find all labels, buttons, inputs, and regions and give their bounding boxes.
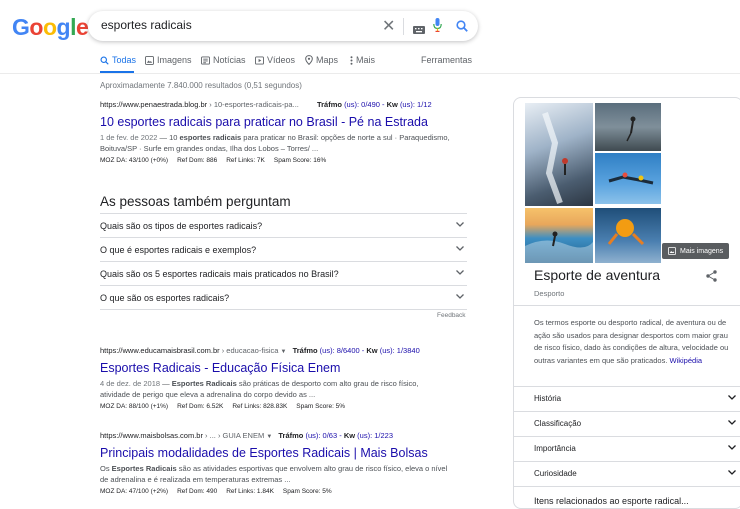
seo-stats: MOZ DA: 88/100 (+1%) Ref Dom: 6.52K Ref Li… bbox=[100, 403, 346, 410]
kp-divider bbox=[514, 486, 740, 487]
wikipedia-link[interactable]: Wikipédia bbox=[670, 356, 703, 365]
paa-question[interactable]: O que é esportes radicais e exemplos? bbox=[100, 237, 467, 262]
rock-climbing-image[interactable] bbox=[595, 103, 661, 151]
map-pin-icon bbox=[305, 55, 313, 65]
menu-arrow-icon[interactable]: ▼ bbox=[281, 349, 287, 355]
keyboard-icon[interactable] bbox=[413, 21, 425, 39]
search-result: https://www.maisbolsas.com.br › ... › GU… bbox=[100, 431, 450, 495]
result-title-link[interactable]: Principais modalidades de Esportes Radic… bbox=[100, 446, 450, 460]
result-snippet: 1 de fev. de 2022 — 10 esportes radicais… bbox=[100, 133, 450, 153]
mic-icon[interactable] bbox=[433, 18, 442, 37]
video-icon bbox=[255, 55, 264, 65]
tab-imagens[interactable]: Imagens bbox=[145, 55, 192, 65]
traffic-metric: Tráfmo (us): 8/6400 - Kw (us): 1/3840 bbox=[292, 346, 420, 355]
skydiving-image[interactable] bbox=[595, 153, 661, 204]
paa-question[interactable]: Quais são os 5 esportes radicais mais pr… bbox=[100, 261, 467, 286]
result-snippet: Os Esportes Radicais são as atividades e… bbox=[100, 464, 448, 484]
google-logo[interactable]: Google bbox=[12, 14, 89, 41]
result-snippet: 4 de dez. de 2018 — Esportes Radicais sã… bbox=[100, 379, 419, 399]
search-icon bbox=[100, 55, 109, 65]
header-divider bbox=[0, 73, 740, 74]
chevron-down-icon bbox=[456, 246, 464, 251]
traffic-metric: Tráfmo (us): 0/490 - Kw (us): 1/12 bbox=[316, 100, 432, 109]
paa-divider bbox=[100, 309, 467, 310]
paa-question[interactable]: O que são os esportes radicais? bbox=[100, 285, 467, 310]
more-vert-icon bbox=[350, 55, 353, 65]
traffic-metric: Tráfmo (us): 0/63 - Kw (us): 1/223 bbox=[278, 431, 394, 440]
result-url[interactable]: https://www.educamaisbrasil.com.br › edu… bbox=[100, 346, 450, 355]
paa-heading: As pessoas também perguntam bbox=[100, 194, 291, 209]
news-icon bbox=[201, 55, 210, 65]
kp-subtitle: Desporto bbox=[534, 289, 565, 298]
result-stats: Aproximadamente 7.840.000 resultados (0,… bbox=[100, 81, 302, 90]
logo-letter: o bbox=[29, 14, 43, 40]
feedback-link[interactable]: Feedback bbox=[437, 312, 466, 319]
paa-question[interactable]: Quais são os tipos de esportes radicais? bbox=[100, 213, 467, 238]
ice-climbing-image[interactable] bbox=[525, 103, 593, 206]
logo-letter: o bbox=[42, 14, 57, 40]
kp-divider bbox=[514, 305, 740, 306]
search-result: https://www.educamaisbrasil.com.br › edu… bbox=[100, 346, 450, 410]
logo-letter: g bbox=[56, 14, 71, 40]
chevron-down-icon bbox=[728, 420, 736, 425]
kp-description: Os termos esporte ou desporto radical, d… bbox=[534, 318, 729, 365]
kp-section-importancia[interactable]: Importância bbox=[534, 436, 736, 461]
chevron-down-icon bbox=[456, 270, 464, 275]
chevron-down-icon bbox=[456, 222, 464, 227]
kp-section-classificacao[interactable]: Classificação bbox=[534, 411, 736, 436]
logo-letter: e bbox=[75, 14, 89, 40]
more-images-button[interactable]: Mais imagens bbox=[662, 243, 730, 259]
menu-arrow-icon[interactable]: ▼ bbox=[266, 434, 272, 440]
seo-stats: MOZ DA: 47/100 (+2%) Ref Dom: 490 Ref Link… bbox=[100, 488, 332, 495]
share-icon[interactable] bbox=[706, 270, 717, 282]
tab-videos[interactable]: Vídeos bbox=[255, 55, 295, 65]
search-divider bbox=[403, 18, 404, 35]
result-title-link[interactable]: 10 esportes radicais para praticar no Br… bbox=[100, 115, 450, 129]
search-result: https://www.penaestrada.blog.br › 10-esp… bbox=[100, 100, 450, 164]
search-icon[interactable] bbox=[456, 19, 468, 37]
tools-button[interactable]: Ferramentas bbox=[421, 55, 472, 65]
result-title-link[interactable]: Esportes Radicais - Educação Física Enem bbox=[100, 361, 450, 375]
image-icon bbox=[668, 247, 676, 255]
tab-maps[interactable]: Maps bbox=[305, 55, 338, 65]
kp-related-heading: Itens relacionados ao esporte radical... bbox=[534, 496, 689, 506]
clear-icon[interactable]: ✕ bbox=[382, 16, 395, 36]
result-url[interactable]: https://www.maisbolsas.com.br › ... › GU… bbox=[100, 431, 450, 440]
tab-mais[interactable]: Mais bbox=[350, 55, 375, 65]
kp-section-historia[interactable]: História bbox=[534, 386, 736, 411]
kp-section-curiosidade[interactable]: Curiosidade bbox=[534, 461, 736, 486]
tab-todas[interactable]: Todas bbox=[100, 55, 136, 65]
logo-letter: G bbox=[12, 14, 30, 40]
chevron-down-icon bbox=[728, 395, 736, 400]
freefall-image[interactable] bbox=[595, 208, 661, 263]
kp-title: Esporte de aventura bbox=[534, 267, 661, 283]
image-icon bbox=[145, 55, 154, 65]
result-url[interactable]: https://www.penaestrada.blog.br › 10-esp… bbox=[100, 100, 450, 109]
chevron-down-icon bbox=[728, 470, 736, 475]
tab-noticias[interactable]: Notícias bbox=[201, 55, 246, 65]
seo-stats: MOZ DA: 43/100 (+0%) Ref Dom: 886 Ref Link… bbox=[100, 157, 327, 164]
surfing-image[interactable] bbox=[525, 208, 593, 263]
knowledge-panel: Mais imagens Esporte de aventura Desport… bbox=[513, 97, 740, 509]
chevron-down-icon bbox=[728, 445, 736, 450]
chevron-down-icon bbox=[456, 294, 464, 299]
search-input[interactable]: esportes radicais bbox=[101, 18, 192, 32]
search-box[interactable]: esportes radicais ✕ bbox=[88, 11, 478, 41]
